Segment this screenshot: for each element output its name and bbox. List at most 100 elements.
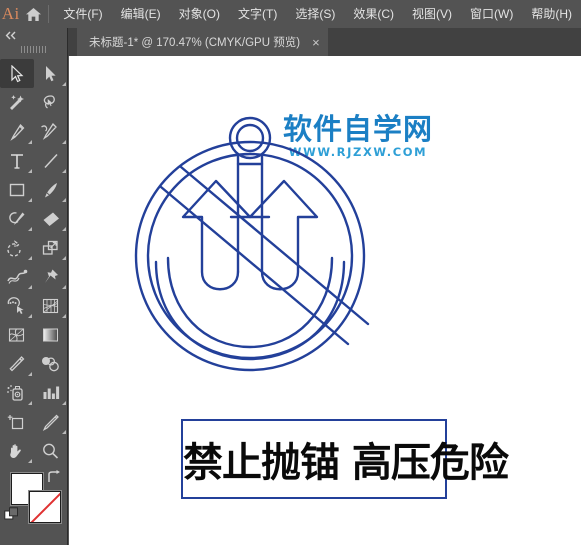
hand-tool[interactable] bbox=[0, 436, 34, 465]
tool-flyout-corner bbox=[61, 314, 66, 318]
shaper-pencil-icon bbox=[8, 211, 24, 225]
double-chevron-left-icon bbox=[5, 31, 16, 40]
curvature-icon bbox=[41, 122, 57, 140]
rotate-tool[interactable] bbox=[0, 233, 34, 262]
tool-flyout-corner bbox=[27, 140, 32, 144]
menu-window[interactable]: 窗口(W) bbox=[461, 4, 522, 24]
tool-flyout-corner bbox=[27, 314, 32, 318]
slice-tool[interactable] bbox=[34, 407, 68, 436]
arrow-solid-icon bbox=[10, 64, 23, 82]
paintbrush-icon bbox=[45, 182, 57, 197]
rectangle-tool[interactable] bbox=[0, 175, 34, 204]
home-icon[interactable] bbox=[21, 0, 45, 28]
free-transform-tool[interactable] bbox=[34, 262, 68, 291]
tool-flyout-corner bbox=[61, 227, 66, 231]
tool-flyout-corner bbox=[27, 227, 32, 231]
swap-fill-stroke-icon[interactable] bbox=[47, 470, 62, 489]
menu-help[interactable]: 帮助(H) bbox=[522, 4, 581, 24]
menu-view[interactable]: 视图(V) bbox=[403, 4, 461, 24]
curvature-tool[interactable] bbox=[34, 117, 68, 146]
selection-tool[interactable] bbox=[0, 59, 34, 88]
symbol-sprayer-tool[interactable] bbox=[0, 378, 34, 407]
shape-builder-tool[interactable] bbox=[0, 291, 34, 320]
eraser-tool[interactable] bbox=[34, 204, 68, 233]
blend-icon bbox=[42, 356, 59, 371]
magic-wand-tool[interactable] bbox=[0, 88, 34, 117]
stroke-swatch[interactable] bbox=[29, 491, 61, 523]
zoom-tool[interactable] bbox=[34, 436, 68, 465]
pen-icon bbox=[10, 123, 25, 141]
pushpin-icon bbox=[45, 269, 58, 283]
tools-panel bbox=[0, 28, 68, 545]
artboard-canvas[interactable]: 软件自学网 WWW.RJZXW.COM 禁止抛锚 高压危险 bbox=[69, 56, 581, 545]
artboard-icon bbox=[7, 414, 24, 429]
document-tab-bar: 未标题-1* @ 170.47% (CMYK/GPU 预览) × bbox=[68, 28, 581, 56]
line-segment-tool[interactable] bbox=[34, 146, 68, 175]
menu-type[interactable]: 文字(T) bbox=[229, 4, 286, 24]
eyedropper-icon bbox=[9, 355, 25, 371]
magic-wand-icon bbox=[10, 94, 24, 110]
tool-flyout-corner bbox=[61, 256, 66, 260]
direct-selection-tool[interactable] bbox=[34, 59, 68, 88]
width-warp-icon bbox=[6, 269, 27, 284]
stroke-none-slash bbox=[30, 492, 60, 522]
menu-file[interactable]: 文件(F) bbox=[54, 4, 111, 24]
sign-text-box[interactable]: 禁止抛锚 高压危险 bbox=[181, 419, 509, 499]
close-icon[interactable]: × bbox=[312, 36, 320, 49]
rectangle-icon bbox=[9, 183, 24, 196]
mesh-icon bbox=[8, 327, 25, 342]
tool-flyout-corner bbox=[61, 82, 66, 86]
panel-drag-grip[interactable] bbox=[0, 43, 67, 56]
type-tool[interactable] bbox=[0, 146, 34, 175]
blend-tool[interactable] bbox=[34, 349, 68, 378]
gradient-tool[interactable] bbox=[34, 320, 68, 349]
menu-edit[interactable]: 编辑(E) bbox=[112, 4, 170, 24]
menu-object[interactable]: 对象(O) bbox=[170, 4, 229, 24]
column-graph-tool[interactable] bbox=[34, 378, 68, 407]
menu-divider bbox=[47, 5, 49, 23]
hand-icon bbox=[9, 443, 21, 458]
grip-dots bbox=[20, 46, 47, 53]
mesh-tool[interactable] bbox=[0, 320, 34, 349]
type-t-icon bbox=[10, 153, 23, 169]
shaper-tool[interactable] bbox=[0, 204, 34, 233]
tool-flyout-corner bbox=[61, 198, 66, 202]
tool-flyout-corner bbox=[61, 401, 66, 405]
menu-select[interactable]: 选择(S) bbox=[286, 4, 344, 24]
menu-effect[interactable]: 效果(C) bbox=[344, 4, 403, 24]
tool-flyout-corner bbox=[27, 401, 32, 405]
line-icon bbox=[43, 153, 58, 168]
tool-flyout-corner bbox=[27, 198, 32, 202]
tool-grid bbox=[0, 56, 67, 465]
tool-flyout-corner bbox=[27, 459, 32, 463]
pen-tool[interactable] bbox=[0, 117, 34, 146]
arrow-hollow-icon bbox=[46, 65, 56, 81]
rotate-icon bbox=[7, 239, 21, 257]
sign-text: 禁止抛锚 高压危险 bbox=[183, 440, 509, 486]
prohibition-outer-circle bbox=[134, 140, 366, 372]
document-tab[interactable]: 未标题-1* @ 170.47% (CMYK/GPU 预览) × bbox=[77, 28, 328, 56]
tool-flyout-corner bbox=[61, 430, 66, 434]
illustrator-window: Ai 文件(F) 编辑(E) 对象(O) 文字(T) 选择(S) 效果(C) 视… bbox=[0, 0, 581, 545]
perspective-grid-tool[interactable] bbox=[34, 291, 68, 320]
menu-items: 文件(F) 编辑(E) 对象(O) 文字(T) 选择(S) 效果(C) 视图(V… bbox=[54, 4, 581, 24]
lasso-tool[interactable] bbox=[34, 88, 68, 117]
tool-flyout-corner bbox=[27, 256, 32, 260]
artboard-tool[interactable] bbox=[0, 407, 34, 436]
shape-builder-icon bbox=[7, 296, 24, 314]
tool-flyout-corner bbox=[61, 285, 66, 289]
tool-flyout-corner bbox=[27, 372, 32, 376]
slice-knife-icon bbox=[42, 414, 59, 431]
paintbrush-tool[interactable] bbox=[34, 175, 68, 204]
panel-collapse-button[interactable] bbox=[0, 28, 67, 43]
perspective-grid-icon bbox=[42, 298, 59, 313]
scale-tool[interactable] bbox=[34, 233, 68, 262]
gradient-icon bbox=[43, 328, 58, 341]
fill-stroke-swatches bbox=[0, 469, 68, 545]
eyedropper-tool[interactable] bbox=[0, 349, 34, 378]
tool-flyout-corner bbox=[27, 169, 32, 173]
document-tab-title: 未标题-1* @ 170.47% (CMYK/GPU 预览) bbox=[89, 37, 301, 49]
default-fill-stroke-icon[interactable] bbox=[4, 507, 19, 527]
width-tool[interactable] bbox=[0, 262, 34, 291]
app-logo: Ai bbox=[1, 4, 20, 23]
